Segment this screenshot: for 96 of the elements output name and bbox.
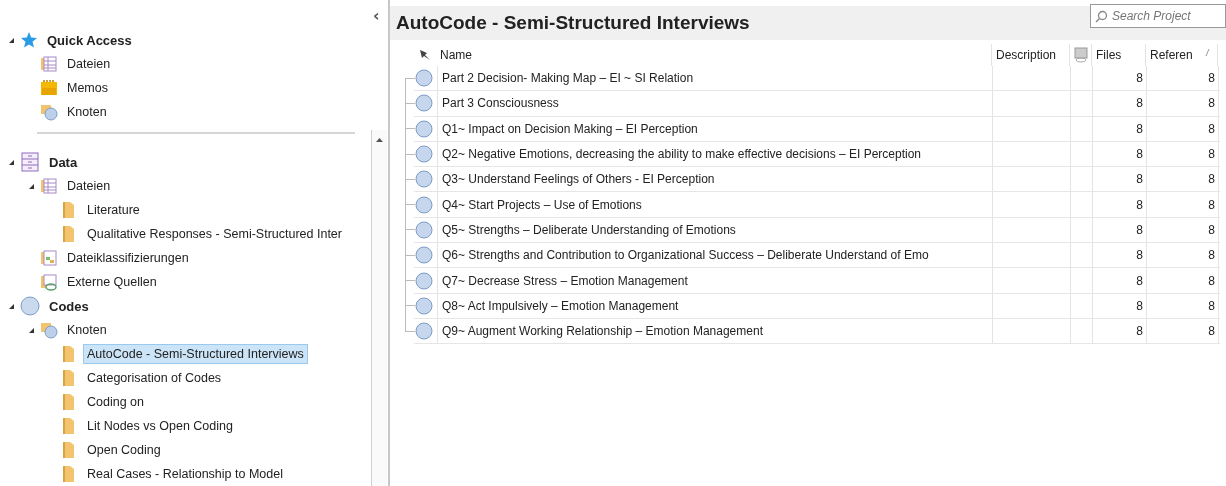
table-cell: 8	[1147, 192, 1219, 217]
table-cell: 8	[1147, 116, 1219, 141]
table-cell: 8	[1093, 91, 1147, 116]
expand-arrow-icon[interactable]	[8, 158, 15, 166]
scroll-up-icon[interactable]	[376, 138, 384, 142]
table-cell: 8	[1147, 318, 1219, 344]
folder-icon	[62, 201, 76, 219]
table-cell: 8	[1093, 293, 1147, 318]
tree-item[interactable]: Knoten	[63, 102, 111, 122]
memo-folder-icon	[40, 79, 58, 97]
table-cell: 8	[1147, 66, 1219, 91]
external-source-icon	[40, 273, 58, 291]
folder-icon	[62, 465, 76, 483]
resize-grip-icon[interactable]	[1205, 49, 1210, 56]
table-cell: 8	[1147, 141, 1219, 167]
expand-arrow-icon[interactable]	[28, 326, 35, 334]
search-icon	[1095, 10, 1108, 23]
search-field[interactable]: Search Project	[1090, 4, 1226, 28]
expand-arrow-icon[interactable]	[8, 302, 15, 310]
tree-item[interactable]: Categorisation of Codes	[83, 368, 226, 388]
node-icon	[415, 195, 433, 214]
table-cell: 8	[1093, 192, 1147, 217]
node-icon	[415, 145, 433, 164]
node-icon	[415, 220, 433, 239]
folder-icon	[62, 225, 76, 243]
files-icon	[40, 55, 58, 73]
tree-item[interactable]: Externe Quellen	[63, 272, 161, 292]
files-icon	[40, 177, 58, 195]
node-folder-icon	[40, 321, 58, 339]
table-cell: 8	[1147, 167, 1219, 192]
table-cell: Q3~ Understand Feelings of Others - EI Perception	[437, 167, 993, 192]
node-icon	[415, 246, 433, 265]
tree-item[interactable]: Lit Nodes vs Open Coding	[83, 416, 237, 436]
table-cell: 8	[1093, 243, 1147, 268]
table-cell: 8	[1093, 116, 1147, 141]
panel-title: AutoCode - Semi-Structured Interviews	[396, 12, 750, 34]
column-header[interactable]: Files	[1092, 44, 1146, 66]
node-icon	[415, 322, 433, 341]
table-cell: Q2~ Negative Emotions, decreasing the ability to make effective decisions – EI Perception	[437, 141, 993, 167]
tree-item[interactable]: AutoCode - Semi-Structured Interviews	[83, 344, 308, 364]
table-cell: Q8~ Act Impulsively – Emotion Management	[437, 293, 993, 318]
column-header[interactable]: Referen	[1146, 44, 1218, 66]
table-cell: Q9~ Augment Working Relationship – Emotion Management	[437, 318, 993, 344]
table-cell: Q5~ Strengths – Deliberate Understanding of Emotions	[437, 217, 993, 243]
tree-item[interactable]: Dateiklassifizierungen	[63, 248, 193, 268]
table-cell: 8	[1147, 268, 1219, 293]
table-cell: Q6~ Strengths and Contribution to Organizational Success – Deliberate Understand of Emo	[437, 243, 993, 268]
table-cell: 8	[1147, 293, 1219, 318]
folder-icon	[62, 369, 76, 387]
tree-item[interactable]: Memos	[63, 78, 112, 98]
table-cell: Q4~ Start Projects – Use of Emotions	[437, 192, 993, 217]
table-cell: 8	[1147, 243, 1219, 268]
cabinet-icon	[20, 152, 40, 172]
tree-item[interactable]: Dateien	[63, 176, 115, 196]
table-cell: 8	[1147, 217, 1219, 243]
tree-item[interactable]: Open Coding	[83, 440, 165, 460]
table-cell: 8	[1093, 141, 1147, 167]
node-icon	[415, 170, 433, 189]
expand-arrow-icon[interactable]	[28, 182, 35, 190]
table-cell: 8	[1093, 268, 1147, 293]
table-cell: 8	[1093, 66, 1147, 91]
table-cell: 8	[1093, 167, 1147, 192]
table-cell: 8	[1093, 217, 1147, 243]
folder-icon	[62, 417, 76, 435]
folder-icon	[62, 345, 76, 363]
classification-icon	[40, 249, 58, 267]
table-cell: Q7~ Decrease Stress – Emotion Management	[437, 268, 993, 293]
node-circle-icon	[20, 296, 40, 316]
tree-item[interactable]: Knoten	[63, 320, 111, 340]
table-cell: Part 3 Consciousness	[437, 91, 993, 116]
node-icon	[415, 271, 433, 290]
table-cell: Q1~ Impact on Decision Making – EI Perception	[437, 116, 993, 141]
tree-item[interactable]: Dateien	[63, 54, 115, 74]
column-header[interactable]: Description	[992, 44, 1070, 66]
folder-icon	[62, 441, 76, 459]
folder-icon	[62, 393, 76, 411]
tree-item[interactable]: Qualitative Responses - Semi-Structured Inter	[83, 224, 346, 244]
node-icon	[415, 296, 433, 315]
column-header[interactable]: Name	[436, 44, 992, 66]
table-cell: 8	[1147, 91, 1219, 116]
node-icon	[415, 69, 433, 88]
table-cell: Part 2 Decision- Making Map – EI ~ SI Relation	[437, 66, 993, 91]
tree-item[interactable]: Literature	[83, 200, 144, 220]
scrollbar[interactable]	[371, 130, 388, 486]
node-icon	[415, 94, 433, 113]
tree-item[interactable]: Quick Access	[43, 29, 136, 51]
expand-arrow-icon[interactable]	[8, 36, 15, 44]
tree-item[interactable]: Real Cases - Relationship to Model	[83, 464, 287, 484]
table-cell: 8	[1093, 318, 1147, 344]
node-folder-icon	[40, 103, 58, 121]
tree-item[interactable]: Data	[45, 151, 82, 173]
tree-item[interactable]: Codes	[45, 295, 93, 317]
collapse-pane-button[interactable]: ‹	[373, 8, 380, 24]
star-icon	[20, 31, 38, 49]
node-icon	[415, 119, 433, 138]
tree-item[interactable]: Coding on	[83, 392, 148, 412]
